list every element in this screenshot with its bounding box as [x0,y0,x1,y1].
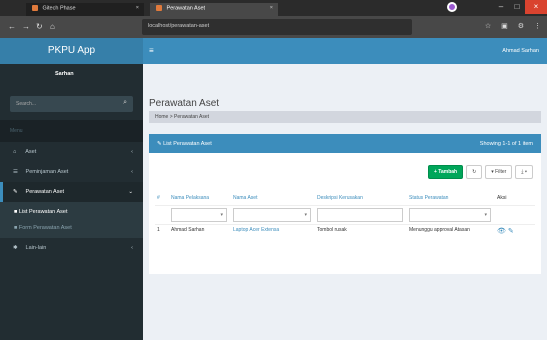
maximize-icon[interactable]: □ [509,0,525,14]
home-icon[interactable]: ⌂ [50,22,55,31]
filter-status-select[interactable]: ▾ [409,207,491,222]
table-row: 1 Ahmad Sarhan Laptop Acer Extensa Tombo… [155,223,535,237]
minimize-icon[interactable]: – [493,0,509,14]
navbar-user-menu[interactable]: Ahmad Sarhan [502,48,539,54]
list-icon: ■ [14,209,18,215]
window-controls: – □ × [493,0,547,14]
user-name: Sarhan [55,71,74,77]
page-title: Perawatan Aset [149,98,220,109]
chevron-left-icon: ‹ [131,149,133,155]
tab-favicon-icon [156,5,162,11]
column-header[interactable]: # [155,191,169,205]
close-tab-icon[interactable]: × [136,5,139,11]
table-header-row: # Nama Pelaksana Nama Aset Deskripsi Ker… [155,191,535,205]
extension-icon[interactable]: ▣ [501,22,508,30]
sidebar-search-input[interactable]: Search... ⌕ [10,96,133,112]
box-header: ✎ List Perawatan Aset Showing 1-1 of 1 i… [149,137,541,153]
chevron-down-icon: ▾ [304,211,307,218]
filter-button[interactable]: ▾ Filter [485,165,513,179]
box-title: List Perawatan Aset [163,141,212,147]
sidebar-item-perawatan[interactable]: ✎ Perawatan Aset ⌄ [0,182,143,202]
sidebar-item-lain[interactable]: ✱ Lain-lain ‹ [0,238,143,258]
data-table: # Nama Pelaksana Nama Aset Deskripsi Ker… [155,191,535,237]
chevron-left-icon: ‹ [131,245,133,251]
edit-icon[interactable]: ✎ [508,228,514,235]
edit-icon: ✎ [157,141,162,147]
chevron-down-icon: ▾ [220,211,223,218]
column-header[interactable]: Nama Aset [231,191,315,205]
window-close-icon[interactable]: × [525,0,547,14]
search-icon[interactable]: ⌕ [123,99,127,107]
column-header[interactable]: Deskripsi Kerusakan [315,191,407,205]
form-icon: ■ [14,225,18,231]
app-logo[interactable]: PKPU App [0,38,143,64]
user-panel: Sarhan [0,64,143,96]
sidebar-item-peminjaman[interactable]: ☰ Peminjaman Aset ‹ [0,162,143,182]
list-box: ✎ List Perawatan Aset Showing 1-1 of 1 i… [149,134,541,274]
forward-icon[interactable]: → [22,22,30,31]
address-bar: ← → ↻ ⌂ localhost/perawatan-aset ☆ ▣ ⚙ ⋮ [0,16,547,38]
column-header: Aksi [497,194,507,201]
chevron-down-icon: ⌄ [128,189,133,195]
filter-row: ▾ ▾ ▾ [155,204,535,224]
aset-link[interactable]: Laptop Acer Extensa [231,223,315,237]
chevron-left-icon: ‹ [131,169,133,175]
sidebar-subitem-list-perawatan[interactable]: ■ List Perawatan Aset [0,204,143,220]
column-header[interactable]: Status Perawatan [407,191,495,205]
summary-text: Showing 1-1 of 1 item [479,141,533,147]
refresh-button[interactable]: ↻ [466,165,483,179]
grid-toolbar: + Tambah ↻ ▾ Filter ⤓ ▾ [427,165,533,179]
export-button[interactable]: ⤓ ▾ [515,165,533,179]
settings-icon[interactable]: ⚙ [518,22,524,30]
breadcrumb[interactable]: Home > Perawatan Aset [149,111,541,123]
top-navbar: ≡ Ahmad Sarhan [143,38,547,64]
home-icon: ⌂ [13,149,17,155]
close-tab-icon[interactable]: × [270,5,273,11]
bookmark-icon[interactable]: ☆ [485,22,491,30]
column-header[interactable]: Nama Pelaksana [169,191,231,205]
back-icon[interactable]: ← [8,22,16,31]
sidebar-item-aset[interactable]: ⌂ Aset ‹ [0,142,143,162]
list-icon: ☰ [13,169,18,175]
menu-header: Menu [0,120,143,142]
wrench-icon: ✎ [13,189,18,195]
filter-deskripsi-input[interactable] [317,207,403,222]
profile-icon[interactable] [447,2,457,12]
filter-aset-select[interactable]: ▾ [233,207,311,222]
submenu-perawatan: ■ List Perawatan Aset ■ Form Perawatan A… [0,202,143,238]
browser-tab-1[interactable]: Gitech Phase × [26,3,144,16]
browser-toolbar: ☆ ▣ ⚙ ⋮ [485,22,541,30]
url-input[interactable]: localhost/perawatan-aset [142,19,412,35]
sidebar-subitem-form-perawatan[interactable]: ■ Form Perawatan Aset [0,220,143,236]
browser-tabbar: Gitech Phase × Perawatan Aset × – □ × [0,0,547,16]
view-icon[interactable]: 👁 [497,228,506,235]
reload-icon[interactable]: ↻ [36,22,43,31]
cog-icon: ✱ [13,245,18,251]
app-sidebar: PKPU App Sarhan Search... ⌕ Menu ⌂ Aset … [0,38,143,340]
menu-dots-icon[interactable]: ⋮ [534,22,541,30]
filter-pelaksana-select[interactable]: ▾ [171,207,227,222]
browser-tab-2[interactable]: Perawatan Aset × [150,3,278,16]
create-button[interactable]: + Tambah [427,165,464,179]
chevron-down-icon: ▾ [484,211,487,218]
sidebar-toggle-icon[interactable]: ≡ [149,46,154,55]
tab-favicon-icon [32,5,38,11]
